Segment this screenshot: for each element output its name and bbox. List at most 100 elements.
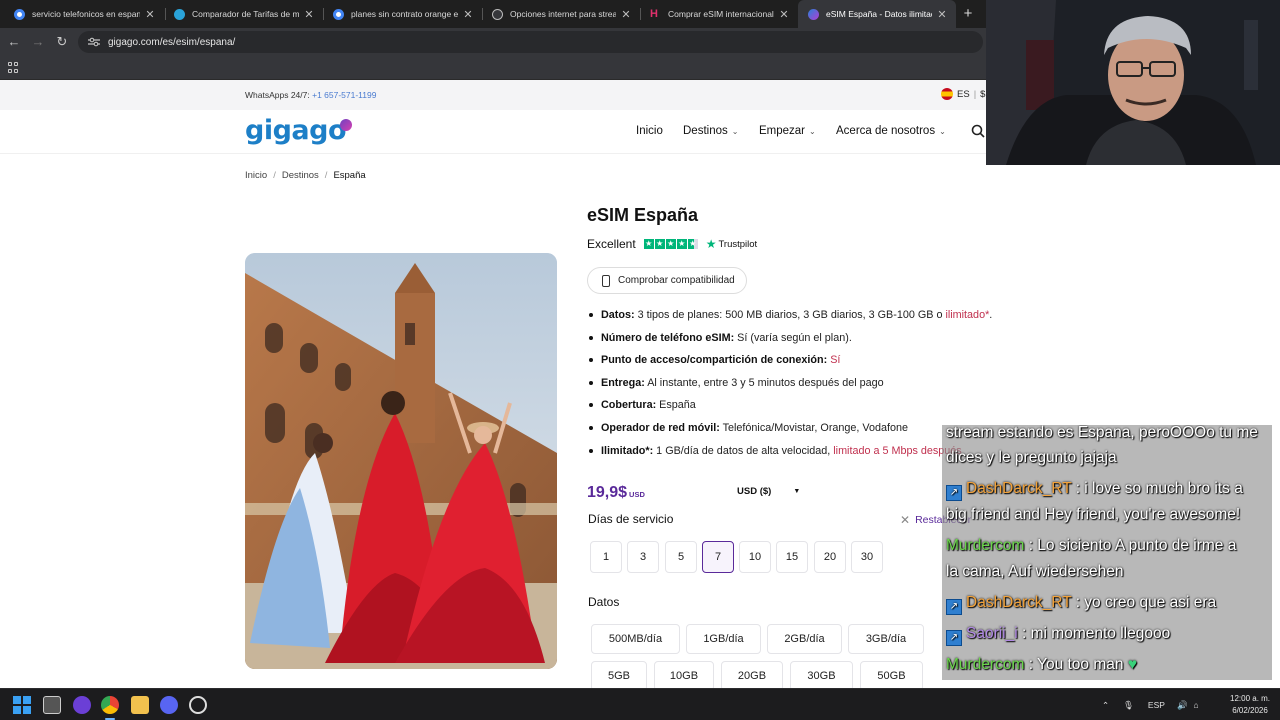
language-code: ES	[957, 88, 970, 100]
chat-username: Murdercom	[946, 537, 1025, 554]
browser-tab[interactable]: servicio telefonicos en espana ✕	[4, 0, 164, 28]
data-plan-option[interactable]: 10GB	[654, 661, 714, 691]
app-icon[interactable]	[73, 696, 91, 714]
tab-title: Comparador de Tarifas de móvil	[192, 9, 299, 19]
nav-acerca-de-nosotros[interactable]: Acerca de nosotros ⌄	[836, 125, 946, 137]
language-selector[interactable]: ES | $	[941, 88, 985, 100]
back-arrow-icon[interactable]: ←	[5, 33, 23, 51]
chat-message: dices y le pregunto jajaja	[946, 449, 1117, 466]
close-icon[interactable]: ✕	[462, 8, 474, 21]
chat-username: DashDarck_RT	[966, 594, 1072, 611]
day-option[interactable]: 5	[665, 541, 697, 573]
chrome-icon[interactable]	[101, 696, 119, 720]
volume-icon[interactable]: 🔊	[1177, 700, 1188, 711]
task-view-icon[interactable]	[43, 696, 61, 714]
search-icon[interactable]	[971, 124, 985, 138]
google-icon	[333, 8, 344, 20]
obs-icon[interactable]	[189, 696, 207, 714]
data-plan-option[interactable]: 1GB/día	[686, 624, 761, 654]
rating-label: Excellent	[587, 237, 636, 251]
chevron-down-icon: ⌄	[731, 126, 739, 136]
currency-select-value: USD ($)	[737, 486, 772, 497]
network-icon[interactable]: ⌂	[1194, 700, 1199, 710]
feature-item: Cobertura: España	[587, 398, 1017, 421]
close-icon[interactable]: ✕	[936, 8, 948, 21]
day-option[interactable]: 3	[627, 541, 659, 573]
site-settings-icon[interactable]	[88, 37, 100, 47]
day-option[interactable]: 20	[814, 541, 846, 573]
data-plan-option[interactable]: 5GB	[591, 661, 647, 691]
gigago-logo[interactable]: gigago	[245, 115, 353, 146]
browser-tab[interactable]: Comparador de Tarifas de móvil ✕	[164, 0, 323, 28]
phone-icon	[602, 274, 610, 287]
day-option[interactable]: 1	[590, 541, 622, 573]
apps-grid-icon[interactable]	[8, 62, 19, 73]
day-option-selected[interactable]: 7	[702, 541, 734, 573]
tab-title: Comprar eSIM internacional pre	[668, 9, 774, 19]
spain-flag-icon	[941, 88, 953, 100]
trustpilot-rating[interactable]: Excellent ★ ★ ★ ★ ★ ★ Trustpilot	[587, 237, 757, 251]
chevron-up-icon[interactable]: ⌃	[1102, 700, 1109, 711]
green-heart-icon: ♥	[1127, 656, 1138, 673]
browser-tab[interactable]: H Comprar eSIM internacional pre ✕	[640, 0, 798, 28]
breadcrumb-destinos[interactable]: Destinos	[282, 170, 319, 181]
tab-title: eSIM España - Datos ilimitados p	[826, 9, 932, 19]
close-icon[interactable]: ✕	[620, 8, 632, 21]
browser-tab[interactable]: planes sin contrato orange esim ✕	[323, 0, 482, 28]
nav-destinos[interactable]: Destinos ⌄	[683, 125, 738, 137]
breadcrumb-inicio[interactable]: Inicio	[245, 170, 267, 181]
close-icon[interactable]: ✕	[144, 8, 156, 21]
close-icon[interactable]: ✕	[303, 8, 315, 21]
currency-select[interactable]: USD ($) ▼	[737, 486, 800, 498]
close-icon: ✕	[900, 513, 911, 527]
day-option[interactable]: 30	[851, 541, 883, 573]
windows-start-icon[interactable]	[13, 696, 31, 714]
user-badge-icon: ↗	[946, 485, 962, 501]
user-badge-icon: ↗	[946, 630, 962, 646]
discord-icon[interactable]	[160, 696, 178, 714]
reload-icon[interactable]: ↻	[53, 33, 71, 51]
breadcrumb-current: España	[333, 170, 366, 181]
microphone-icon[interactable]: 🎙	[1123, 700, 1134, 711]
data-plan-option[interactable]: 30GB	[790, 661, 853, 691]
gigago-icon	[808, 8, 819, 20]
browser-tab-active[interactable]: eSIM España - Datos ilimitados p ✕	[798, 0, 956, 28]
streamer-webcam	[986, 0, 1280, 165]
chat-username: DashDarck_RT	[966, 480, 1072, 497]
file-explorer-icon[interactable]	[131, 696, 149, 714]
check-compatibility-button[interactable]: Comprobar compatibilidad	[587, 267, 747, 294]
chevron-down-icon: ⌄	[809, 126, 816, 136]
nav-empezar[interactable]: Empezar ⌄	[759, 125, 816, 137]
feature-item: Entrega: Al instante, entre 3 y 5 minuto…	[587, 376, 1017, 399]
chat-message: Murdercom : You too man ♥	[946, 656, 1138, 673]
data-plan-option[interactable]: 20GB	[721, 661, 783, 691]
price-value: 19,9$	[587, 484, 628, 501]
keyboard-language[interactable]: ESP	[1148, 700, 1165, 710]
breadcrumb: Inicio / Destinos / España	[245, 170, 366, 181]
new-tab-icon[interactable]: +	[959, 5, 977, 23]
browser-tab[interactable]: Opciones internet para streaming ✕	[482, 0, 640, 28]
forward-arrow-icon[interactable]: →	[29, 33, 47, 51]
system-tray: ⌃ 🎙 ESP 🔊 ⌂	[1102, 689, 1199, 720]
day-option[interactable]: 10	[739, 541, 771, 573]
data-plan-option[interactable]: 3GB/día	[848, 624, 924, 654]
data-plan-option[interactable]: 2GB/día	[767, 624, 842, 654]
chat-message: big friend and Hey friend, you're awesom…	[946, 506, 1241, 523]
close-icon[interactable]: ✕	[778, 8, 790, 21]
whatsapp-number-link[interactable]: +1 657-571-1199	[312, 90, 376, 100]
site-icon	[174, 8, 185, 20]
chat-message: ↗ Saorii_i : mi momento llegooo	[946, 621, 1170, 646]
system-clock[interactable]: 12:00 a. m. 6/02/2026	[1230, 693, 1270, 717]
address-bar[interactable]: gigago.com/es/esim/espana/	[78, 31, 983, 53]
trustpilot-star-icon: ★	[705, 237, 717, 251]
data-plan-option[interactable]: 50GB	[860, 661, 923, 691]
dropdown-triangle-icon: ▼	[793, 488, 801, 495]
nav-inicio[interactable]: Inicio	[636, 125, 663, 137]
google-icon	[14, 8, 25, 20]
chat-message: stream estando es Espana, peroOOOo tu me	[946, 425, 1258, 441]
data-plan-option[interactable]: 500MB/día	[591, 624, 680, 654]
stream-chat-overlay: stream estando es Espana, peroOOOo tu me…	[942, 425, 1272, 680]
day-option[interactable]: 15	[776, 541, 808, 573]
feature-item: Número de teléfono eSIM: Sí (varía según…	[587, 331, 1017, 354]
trustpilot-logo: ★ Trustpilot	[705, 237, 758, 251]
